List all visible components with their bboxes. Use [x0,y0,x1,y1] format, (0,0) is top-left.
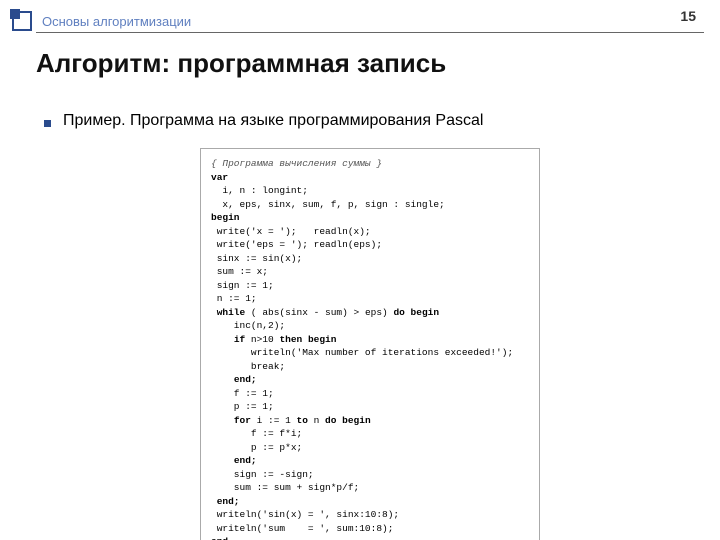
code-line: i := 1 [251,415,297,426]
code-line: inc(n,2); [211,320,285,331]
code-line: p := p*x; [211,442,302,453]
code-line: f := 1; [211,388,274,399]
code-comment: { Программа вычисления суммы } [211,158,382,169]
code-line [211,334,234,345]
code-line: sum := x; [211,266,268,277]
code-line: i, n : longint; [211,185,308,196]
top-bar: Основы алгоритмизации [0,10,720,32]
code-kw: begin [211,212,240,223]
code-kw: do begin [325,415,371,426]
code-line: writeln('Max number of iterations exceed… [211,347,513,358]
code-kw: then begin [279,334,336,345]
code-line [211,374,234,385]
code-line: break; [211,361,285,372]
code-line: ( abs(sinx - sum) > eps) [245,307,393,318]
code-line: writeln('sin(x) = ', sinx:10:8); [211,509,399,520]
code-kw: if [234,334,245,345]
divider [36,32,704,33]
code-line: n [308,415,325,426]
page-title: Алгоритм: программная запись [36,48,446,79]
code-kw: end; [234,455,257,466]
code-line: sign := -sign; [211,469,314,480]
code-line: sum := sum + sign*p/f; [211,482,359,493]
slide-marker-icon [12,11,32,31]
code-line: write('x = '); readln(x); [211,226,371,237]
page-number: 15 [680,8,696,24]
code-line: sinx := sin(x); [211,253,302,264]
bullet-icon [44,120,51,127]
code-line [211,415,234,426]
code-line: n>10 [245,334,279,345]
code-kw: end; [217,496,240,507]
code-kw: end. [211,536,234,540]
code-line: writeln('sum = ', sum:10:8); [211,523,393,534]
code-line: sign := 1; [211,280,274,291]
code-kw: do begin [393,307,439,318]
code-kw: to [297,415,308,426]
bullet-row: Пример. Программа на языке программирова… [44,112,483,130]
code-kw: for [234,415,251,426]
code-line: x, eps, sinx, sum, f, p, sign : single; [211,199,445,210]
breadcrumb: Основы алгоритмизации [42,14,191,29]
code-box: { Программа вычисления суммы } var i, n … [200,148,540,540]
code-kw: while [217,307,246,318]
code-kw: end; [234,374,257,385]
code-line: n := 1; [211,293,257,304]
code-line: write('eps = '); readln(eps); [211,239,382,250]
code-line: p := 1; [211,401,274,412]
code-kw: var [211,172,228,183]
code-line [211,455,234,466]
bullet-text: Пример. Программа на языке программирова… [63,112,483,130]
slide-marker-inner-icon [10,9,20,19]
code-listing: { Программа вычисления суммы } var i, n … [211,157,529,540]
code-line: f := f*i; [211,428,302,439]
